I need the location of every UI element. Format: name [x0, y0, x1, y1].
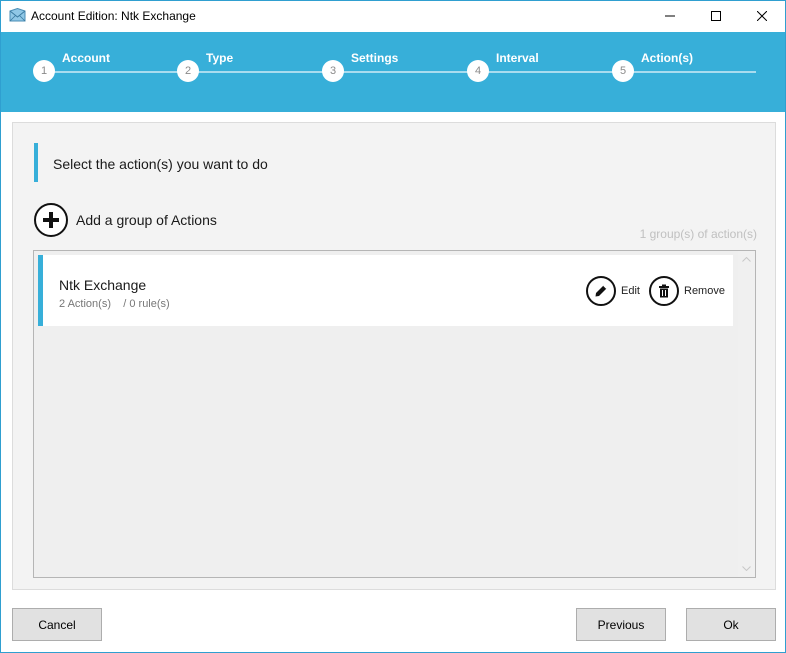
- maximize-icon: [711, 8, 721, 26]
- close-button[interactable]: [739, 1, 785, 32]
- step-number: 3: [322, 60, 344, 82]
- title-bar: Account Edition: Ntk Exchange: [1, 1, 785, 32]
- scroll-up-icon[interactable]: [738, 251, 755, 268]
- actions-panel: Select the action(s) you want to do Add …: [12, 122, 776, 590]
- edit-label: Edit: [621, 285, 640, 297]
- close-icon: [756, 8, 768, 26]
- ok-button[interactable]: Ok: [686, 608, 776, 641]
- edit-group-button[interactable]: Edit: [586, 276, 640, 306]
- actions-count: 2: [59, 298, 66, 310]
- step-label: Account: [62, 51, 110, 65]
- rules-count: 0: [129, 298, 136, 310]
- group-meta: 2 Action(s) / 0 rule(s): [59, 298, 170, 310]
- mail-envelope-icon: [9, 7, 26, 23]
- maximize-button[interactable]: [693, 1, 739, 32]
- step-number: 2: [177, 60, 199, 82]
- meta-separator: /: [123, 298, 127, 310]
- account-edition-window: Account Edition: Ntk Exchange 1 Account …: [0, 0, 786, 653]
- trash-icon: [649, 276, 679, 306]
- previous-button[interactable]: Previous: [576, 608, 666, 641]
- group-name: Ntk Exchange: [59, 277, 147, 293]
- instruction-text: Select the action(s) you want to do: [53, 156, 268, 172]
- group-count-text: 1 group(s) of action(s): [639, 227, 757, 241]
- plus-icon: [34, 203, 68, 237]
- add-group-label: Add a group of Actions: [76, 212, 217, 228]
- step-label: Action(s): [641, 51, 693, 65]
- vertical-scrollbar[interactable]: [738, 251, 755, 577]
- scroll-down-icon[interactable]: [738, 560, 755, 577]
- actions-label: Action(s): [67, 298, 111, 310]
- step-number: 4: [467, 60, 489, 82]
- stepper-line: [43, 71, 756, 73]
- window-title: Account Edition: Ntk Exchange: [31, 9, 196, 23]
- cancel-button[interactable]: Cancel: [12, 608, 102, 641]
- minimize-icon: [665, 8, 675, 26]
- rules-label: rule(s): [138, 298, 170, 310]
- step-label: Settings: [351, 51, 399, 65]
- instruction-accent-bar: [34, 143, 38, 182]
- wizard-stepper: 1 Account 2 Type 3 Settings 4 Interval 5…: [1, 32, 785, 112]
- groups-list[interactable]: Ntk Exchange 2 Action(s) / 0 rule(s) Edi…: [33, 250, 756, 578]
- group-card[interactable]: Ntk Exchange 2 Action(s) / 0 rule(s) Edi…: [38, 255, 733, 326]
- remove-group-button[interactable]: Remove: [649, 276, 725, 306]
- pencil-icon: [586, 276, 616, 306]
- step-label: Type: [206, 51, 234, 65]
- step-label: Interval: [496, 51, 539, 65]
- remove-label: Remove: [684, 285, 725, 297]
- minimize-button[interactable]: [647, 1, 693, 32]
- add-group-button[interactable]: Add a group of Actions: [34, 203, 217, 237]
- step-number: 5: [612, 60, 634, 82]
- step-number: 1: [33, 60, 55, 82]
- group-card-accent-bar: [38, 255, 43, 326]
